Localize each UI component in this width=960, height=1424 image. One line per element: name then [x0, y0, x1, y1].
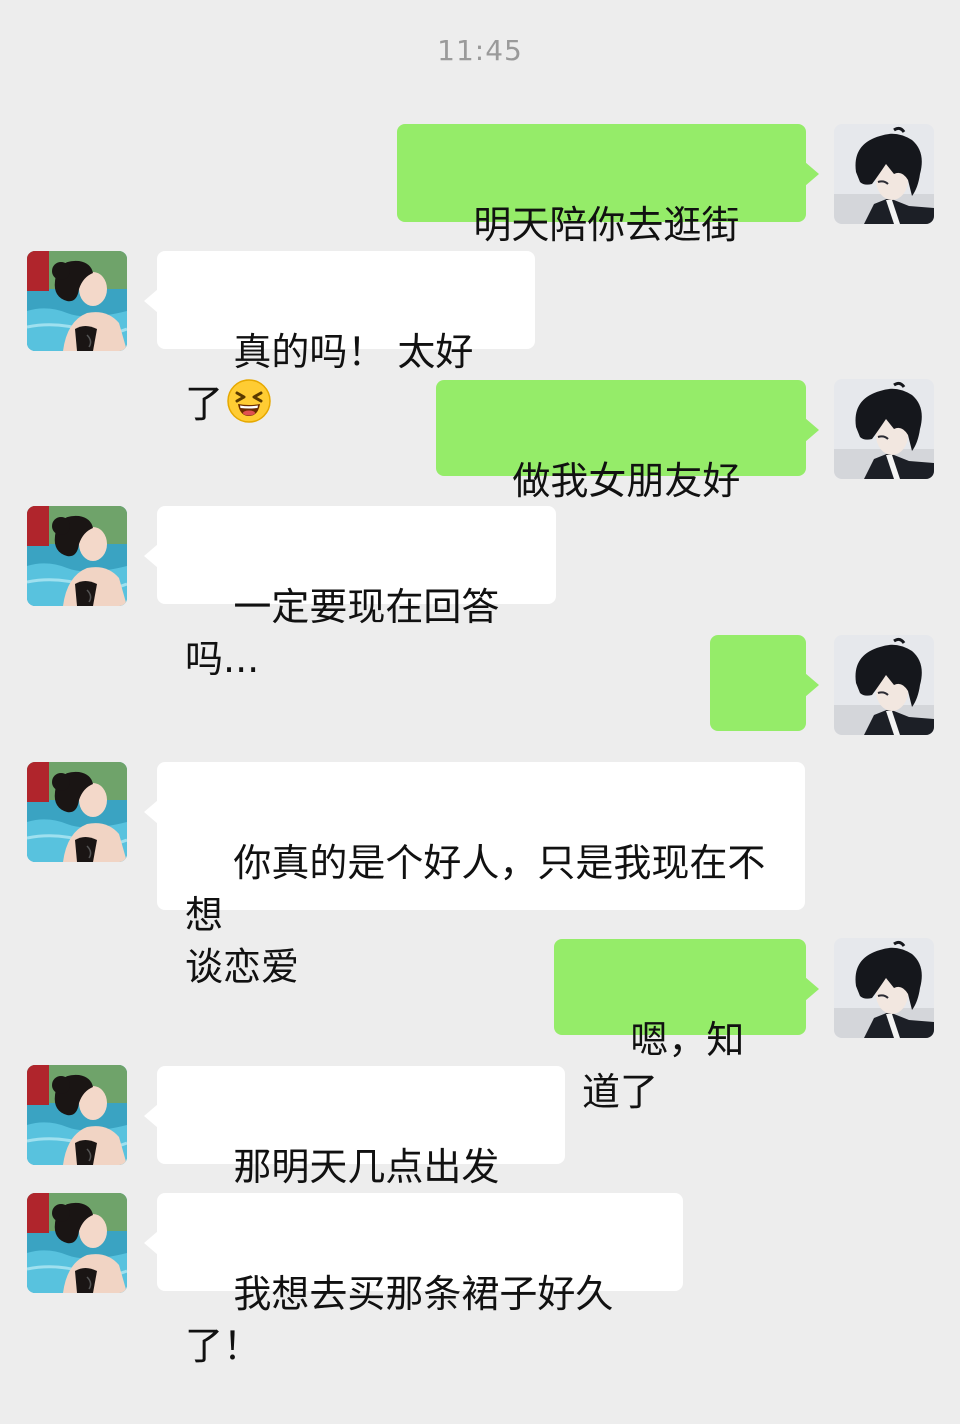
girl-pool-avatar-icon	[27, 1193, 127, 1293]
message-bubble-outgoing[interactable]: 做我女朋友好不好	[436, 380, 819, 555]
my-avatar[interactable]	[834, 938, 934, 1038]
my-avatar[interactable]	[834, 635, 934, 735]
girl-pool-avatar-icon	[27, 762, 127, 862]
contact-avatar[interactable]	[27, 1065, 127, 1165]
message-bubble-outgoing[interactable]: 嗯，知道了	[554, 939, 819, 1114]
anime-boy-avatar-icon	[834, 379, 934, 479]
girl-pool-avatar-icon	[27, 506, 127, 606]
girl-pool-avatar-icon	[27, 251, 127, 351]
girl-pool-avatar-icon	[27, 1065, 127, 1165]
contact-avatar[interactable]	[27, 251, 127, 351]
contact-avatar[interactable]	[27, 762, 127, 862]
message-bubble-incoming[interactable]: 那明天几点出发呀！	[144, 1066, 565, 1241]
message-timestamp: 11:45	[437, 34, 523, 67]
anime-boy-avatar-icon	[834, 635, 934, 735]
my-avatar[interactable]	[834, 124, 934, 224]
message-bubble-outgoing[interactable]: 嗯	[710, 635, 819, 810]
my-avatar[interactable]	[834, 379, 934, 479]
anime-boy-avatar-icon	[834, 124, 934, 224]
message-text: 我想去买那条裙子好久了！	[185, 1272, 614, 1368]
contact-avatar[interactable]	[27, 1193, 127, 1293]
message-bubble-outgoing[interactable]: 明天陪你去逛街吧？	[397, 124, 819, 299]
message-bubble-incoming[interactable]: 我想去买那条裙子好久了！	[144, 1193, 683, 1368]
contact-avatar[interactable]	[27, 506, 127, 606]
laughing-squint-emoji-icon	[227, 379, 271, 423]
message-text: 一定要现在回答吗...	[185, 585, 500, 681]
anime-boy-avatar-icon	[834, 938, 934, 1038]
message-bubble-incoming[interactable]: 一定要现在回答吗...	[144, 506, 556, 681]
message-bubble-incoming[interactable]: 真的吗！ 太好了	[144, 251, 535, 426]
message-text: 嗯，知道了	[582, 1018, 745, 1114]
message-bubble-incoming[interactable]: 你真的是个好人，只是我现在不想 谈恋爱	[144, 762, 805, 989]
